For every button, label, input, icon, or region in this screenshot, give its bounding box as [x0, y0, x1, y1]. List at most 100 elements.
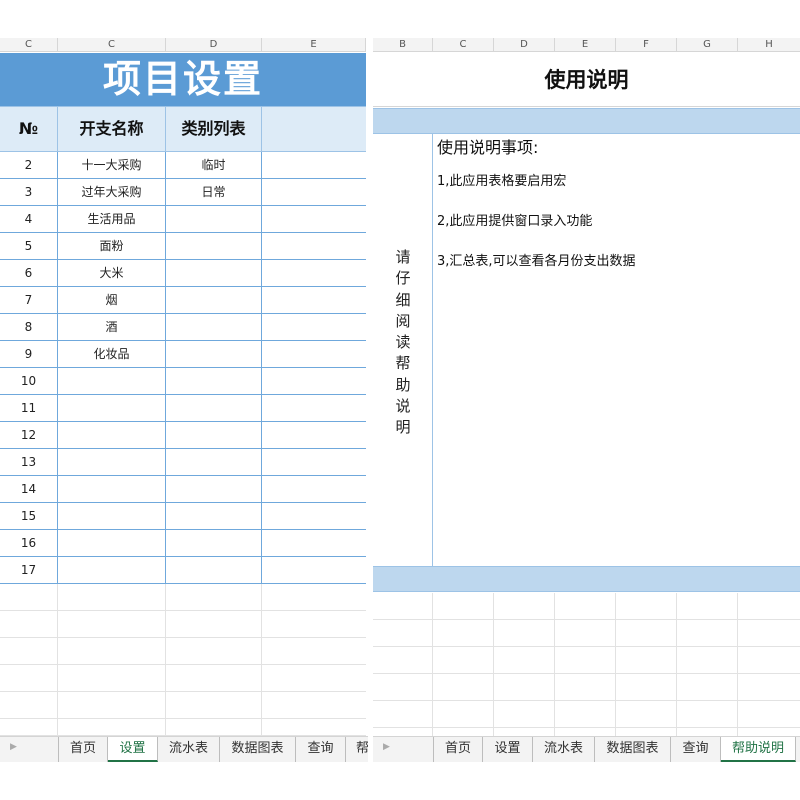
empty-cell[interactable]: [0, 665, 58, 692]
expense-name-cell[interactable]: [58, 503, 166, 529]
empty-cell[interactable]: [166, 638, 262, 665]
expense-name-cell[interactable]: [58, 368, 166, 394]
tab-data-chart[interactable]: 数据图表: [220, 737, 296, 762]
empty-cell[interactable]: [555, 674, 616, 701]
empty-cell[interactable]: [373, 593, 433, 620]
empty-cell[interactable]: [262, 584, 366, 611]
empty-cell[interactable]: [262, 692, 366, 719]
empty-cell[interactable]: [0, 692, 58, 719]
category-cell[interactable]: [166, 314, 262, 340]
column-header[interactable]: H: [738, 38, 800, 52]
empty-cell[interactable]: [555, 620, 616, 647]
category-cell[interactable]: [166, 422, 262, 448]
empty-cell[interactable]: [262, 179, 366, 205]
tab-ledger[interactable]: 流水表: [158, 737, 220, 762]
empty-cell[interactable]: [166, 584, 262, 611]
expense-name-cell[interactable]: [58, 422, 166, 448]
column-header[interactable]: G: [677, 38, 738, 52]
tab-ledger[interactable]: 流水表: [533, 737, 595, 762]
empty-cell[interactable]: [262, 503, 366, 529]
expense-name-cell[interactable]: 大米: [58, 260, 166, 286]
tab-home[interactable]: 首页: [58, 737, 108, 762]
row-number-cell[interactable]: 9: [0, 341, 58, 367]
empty-cell[interactable]: [738, 620, 800, 647]
empty-cell[interactable]: [0, 719, 58, 736]
empty-cell[interactable]: [373, 620, 433, 647]
empty-cell[interactable]: [494, 674, 555, 701]
empty-cell[interactable]: [58, 665, 166, 692]
tab-settings[interactable]: 设置: [483, 737, 533, 762]
empty-cell[interactable]: [616, 647, 677, 674]
empty-cell[interactable]: [262, 368, 366, 394]
expense-name-cell[interactable]: 酒: [58, 314, 166, 340]
tab-help-truncated[interactable]: 帮: [346, 737, 368, 762]
empty-cell[interactable]: [677, 701, 738, 728]
category-cell[interactable]: 日常: [166, 179, 262, 205]
side-label-cell[interactable]: 请仔细阅读帮助说明: [373, 134, 433, 566]
empty-cell[interactable]: [166, 665, 262, 692]
tab-home[interactable]: 首页: [433, 737, 483, 762]
empty-cell[interactable]: [616, 701, 677, 728]
empty-cell[interactable]: [677, 593, 738, 620]
row-number-cell[interactable]: 17: [0, 557, 58, 583]
tab-data-chart[interactable]: 数据图表: [595, 737, 671, 762]
header-number[interactable]: №: [0, 107, 58, 151]
empty-cell[interactable]: [616, 593, 677, 620]
category-cell[interactable]: [166, 395, 262, 421]
empty-cell[interactable]: [433, 593, 494, 620]
empty-cell[interactable]: [616, 674, 677, 701]
empty-cell[interactable]: [0, 584, 58, 611]
empty-cell[interactable]: [738, 593, 800, 620]
empty-cell[interactable]: [262, 152, 366, 178]
row-number-cell[interactable]: 14: [0, 476, 58, 502]
empty-cell[interactable]: [494, 701, 555, 728]
help-content-cell[interactable]: 使用说明事项: 1,此应用表格要启用宏 2,此应用提供窗口录入功能 3,汇总表,…: [437, 134, 636, 294]
empty-cell[interactable]: [677, 620, 738, 647]
category-cell[interactable]: [166, 530, 262, 556]
empty-cell[interactable]: [494, 620, 555, 647]
row-number-cell[interactable]: 10: [0, 368, 58, 394]
empty-cell[interactable]: [262, 314, 366, 340]
empty-cell[interactable]: [262, 422, 366, 448]
category-cell[interactable]: [166, 449, 262, 475]
expense-name-cell[interactable]: 面粉: [58, 233, 166, 259]
tab-settings[interactable]: 设置: [108, 737, 158, 762]
header-empty-cell[interactable]: [262, 107, 366, 151]
category-cell[interactable]: [166, 206, 262, 232]
empty-cell[interactable]: [58, 719, 166, 736]
empty-cell[interactable]: [58, 638, 166, 665]
expense-name-cell[interactable]: [58, 395, 166, 421]
empty-cell[interactable]: [373, 701, 433, 728]
empty-cell[interactable]: [262, 395, 366, 421]
empty-cell[interactable]: [58, 584, 166, 611]
column-header[interactable]: C: [58, 38, 166, 52]
empty-cell[interactable]: [262, 341, 366, 367]
help-title-cell[interactable]: 使用说明: [373, 53, 800, 107]
column-header[interactable]: C: [433, 38, 494, 52]
empty-cell[interactable]: [738, 701, 800, 728]
expense-name-cell[interactable]: 化妆品: [58, 341, 166, 367]
expense-name-cell[interactable]: 烟: [58, 287, 166, 313]
category-cell[interactable]: 临时: [166, 152, 262, 178]
column-header[interactable]: E: [262, 38, 366, 52]
empty-cell[interactable]: [262, 287, 366, 313]
row-number-cell[interactable]: 15: [0, 503, 58, 529]
empty-cell[interactable]: [555, 701, 616, 728]
empty-cell[interactable]: [262, 233, 366, 259]
row-number-cell[interactable]: 13: [0, 449, 58, 475]
empty-cell[interactable]: [166, 692, 262, 719]
tab-query[interactable]: 查询: [296, 737, 346, 762]
category-cell[interactable]: [166, 503, 262, 529]
empty-cell[interactable]: [433, 674, 494, 701]
expense-name-cell[interactable]: [58, 557, 166, 583]
category-cell[interactable]: [166, 368, 262, 394]
category-cell[interactable]: [166, 287, 262, 313]
empty-cell[interactable]: [433, 620, 494, 647]
empty-cell[interactable]: [373, 647, 433, 674]
empty-cell[interactable]: [262, 557, 366, 583]
empty-cell[interactable]: [738, 674, 800, 701]
empty-cell[interactable]: [677, 647, 738, 674]
column-header[interactable]: C: [0, 38, 58, 52]
empty-cell[interactable]: [616, 620, 677, 647]
empty-cell[interactable]: [262, 260, 366, 286]
